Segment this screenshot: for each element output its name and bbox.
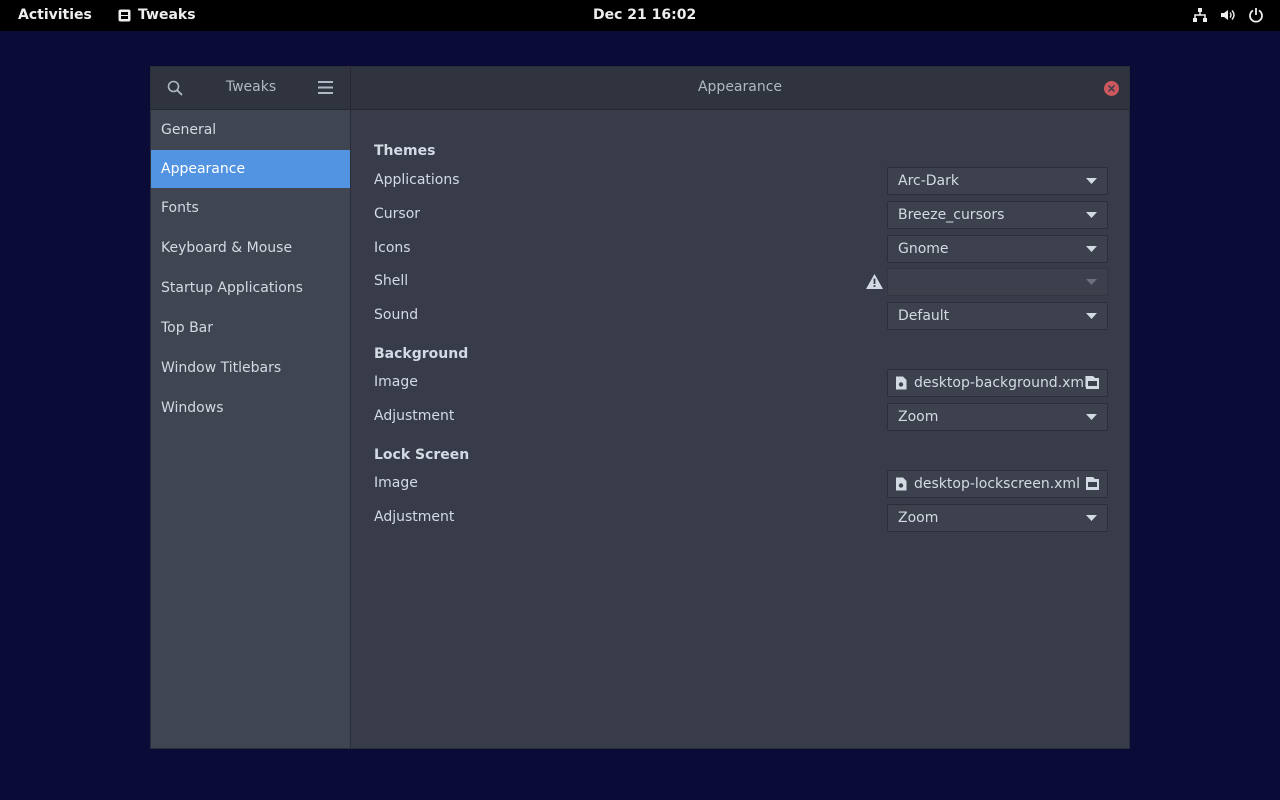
activities-button[interactable]: Activities [18, 7, 92, 23]
sidebar-item-top-bar[interactable]: Top Bar [151, 308, 350, 348]
sidebar-item-windows[interactable]: Windows [151, 388, 350, 428]
shell-theme-dropdown [887, 268, 1108, 296]
tweaks-app-icon [118, 9, 131, 22]
sound-theme-value: Default [898, 308, 950, 324]
file-icon [896, 477, 907, 491]
background-image-filename: desktop-background.xml [914, 375, 1088, 391]
background-heading: Background [374, 346, 469, 362]
sidebar-item-appearance[interactable]: Appearance [151, 150, 350, 188]
top-bar: Activities Tweaks Dec 21 16:02 [0, 0, 1280, 31]
cursor-theme-value: Breeze_cursors [898, 207, 1005, 223]
shell-label: Shell [374, 273, 409, 289]
app-menu-label: Tweaks [138, 7, 196, 23]
header-bar: Tweaks Appearance [151, 67, 1129, 110]
sound-label: Sound [374, 307, 419, 323]
background-adjustment-value: Zoom [898, 409, 939, 425]
background-image-chooser[interactable]: desktop-background.xml [887, 369, 1108, 397]
volume-icon[interactable] [1220, 7, 1236, 23]
lock-screen-image-filename: desktop-lockscreen.xml [914, 476, 1080, 492]
lock-screen-image-chooser[interactable]: desktop-lockscreen.xml [887, 470, 1108, 498]
lock-screen-adjustment-label: Adjustment [374, 509, 455, 525]
background-adjustment-dropdown[interactable]: Zoom [887, 403, 1108, 431]
open-folder-icon [1086, 477, 1099, 490]
power-icon[interactable] [1248, 7, 1264, 23]
lock-screen-image-label: Image [374, 475, 418, 491]
dropdown-arrow-icon [1086, 515, 1097, 521]
appearance-panel: Themes Applications Arc-Dark Cursor Bree… [351, 110, 1129, 748]
lock-screen-adjustment-value: Zoom [898, 510, 939, 526]
file-icon [896, 376, 907, 390]
dropdown-arrow-icon [1086, 246, 1097, 252]
hamburger-menu-icon[interactable] [318, 81, 333, 98]
sidebar-item-startup-applications[interactable]: Startup Applications [151, 268, 350, 308]
page-title: Appearance [697, 79, 783, 95]
network-icon[interactable] [1192, 7, 1208, 23]
icons-label: Icons [374, 240, 411, 256]
icons-theme-dropdown[interactable]: Gnome [887, 235, 1108, 263]
sidebar-item-window-titlebars[interactable]: Window Titlebars [151, 348, 350, 388]
sidebar: General Appearance Fonts Keyboard & Mous… [151, 110, 351, 748]
applications-label: Applications [374, 172, 460, 188]
themes-heading: Themes [374, 143, 436, 159]
warning-icon [866, 274, 883, 293]
applications-theme-value: Arc-Dark [898, 173, 959, 189]
dropdown-arrow-icon [1086, 414, 1097, 420]
system-tray[interactable] [1192, 7, 1264, 23]
icons-theme-value: Gnome [898, 241, 949, 257]
close-button[interactable] [1104, 81, 1119, 96]
dropdown-arrow-icon [1086, 279, 1097, 285]
sidebar-item-general[interactable]: General [151, 110, 350, 150]
lock-screen-adjustment-dropdown[interactable]: Zoom [887, 504, 1108, 532]
sidebar-item-keyboard-mouse[interactable]: Keyboard & Mouse [151, 228, 350, 268]
dropdown-arrow-icon [1086, 313, 1097, 319]
dropdown-arrow-icon [1086, 212, 1097, 218]
cursor-theme-dropdown[interactable]: Breeze_cursors [887, 201, 1108, 229]
cursor-label: Cursor [374, 206, 421, 222]
open-folder-icon [1086, 376, 1099, 389]
sidebar-header: Tweaks [151, 67, 351, 110]
background-adjustment-label: Adjustment [374, 408, 455, 424]
applications-theme-dropdown[interactable]: Arc-Dark [887, 167, 1108, 195]
sound-theme-dropdown[interactable]: Default [887, 302, 1108, 330]
background-image-label: Image [374, 374, 418, 390]
sidebar-item-fonts[interactable]: Fonts [151, 188, 350, 228]
clock[interactable]: Dec 21 16:02 [593, 7, 696, 23]
lock-screen-heading: Lock Screen [374, 447, 470, 463]
app-menu[interactable]: Tweaks [118, 7, 196, 23]
close-icon [1108, 85, 1115, 92]
tweaks-window: Tweaks Appearance General Appearance Fon… [150, 66, 1130, 749]
dropdown-arrow-icon [1086, 178, 1097, 184]
